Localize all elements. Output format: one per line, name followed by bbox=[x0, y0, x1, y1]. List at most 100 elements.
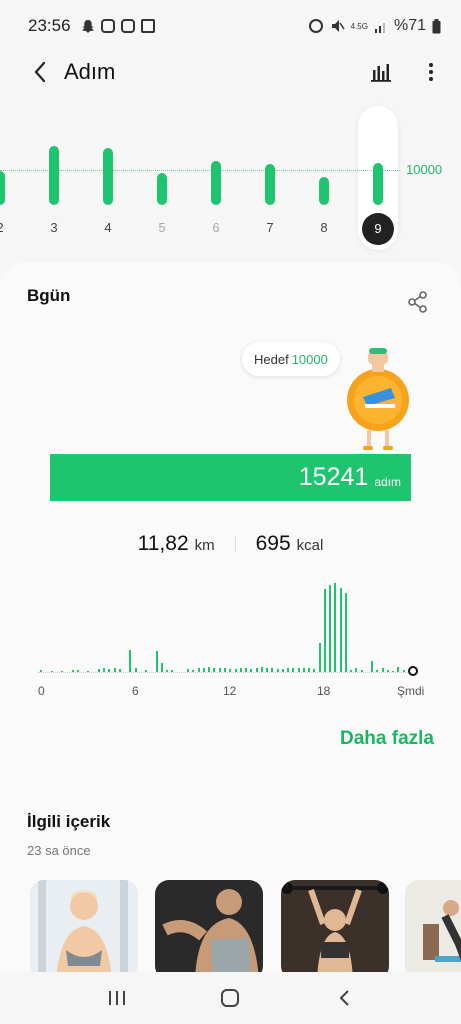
battery-percent: %71 bbox=[393, 17, 426, 34]
day-label: 2 bbox=[0, 220, 20, 235]
hourly-bar bbox=[213, 667, 216, 672]
hourly-bar bbox=[108, 669, 111, 672]
hourly-bar bbox=[339, 588, 342, 672]
system-nav-bar bbox=[0, 972, 461, 1024]
day-bar bbox=[265, 163, 275, 205]
day-column-7[interactable]: 7 bbox=[250, 100, 290, 250]
recent-apps-icon bbox=[108, 991, 125, 1005]
goal-bubble: Hedef 10000 bbox=[242, 342, 340, 376]
hourly-bar bbox=[360, 670, 363, 672]
hourly-bar bbox=[344, 592, 347, 672]
signal-icon bbox=[374, 23, 385, 33]
woman-lifting-photo bbox=[281, 880, 389, 974]
day-column-6[interactable]: 6 bbox=[196, 100, 236, 250]
hourly-bar bbox=[292, 667, 295, 672]
day-column-5[interactable]: 5 bbox=[142, 100, 182, 250]
hourly-bar bbox=[160, 663, 163, 672]
day-bar bbox=[373, 163, 383, 205]
snapchat-icon bbox=[81, 19, 94, 33]
hourly-bar bbox=[187, 669, 190, 672]
app-header: Adım bbox=[0, 52, 461, 92]
goal-achieved-mascot-icon bbox=[347, 348, 409, 450]
hourly-bar bbox=[318, 643, 321, 672]
related-thumb-2[interactable] bbox=[155, 880, 263, 974]
hourly-bar bbox=[71, 670, 74, 672]
current-time-marker bbox=[408, 666, 418, 676]
hourly-bar bbox=[313, 669, 316, 672]
hourly-bar bbox=[266, 668, 269, 672]
hourly-bar bbox=[245, 668, 248, 672]
day-column-2[interactable]: 2 bbox=[0, 100, 20, 250]
hourly-bar bbox=[308, 668, 311, 672]
hourly-bar bbox=[355, 667, 358, 672]
hourly-bar bbox=[250, 669, 253, 672]
hourly-bar bbox=[323, 589, 326, 672]
hourly-tick-6: 6 bbox=[132, 684, 139, 698]
related-thumb-1[interactable] bbox=[30, 880, 138, 974]
hourly-tick-now: Şmdi bbox=[397, 684, 425, 698]
hourly-bar bbox=[281, 669, 284, 672]
hourly-bar bbox=[129, 650, 132, 672]
related-thumb-4[interactable] bbox=[405, 880, 461, 974]
hourly-steps-chart: 0 6 12 18 Şmdi bbox=[0, 572, 461, 702]
hourly-bar bbox=[76, 670, 79, 672]
hourly-bar bbox=[271, 668, 274, 672]
day-column-4[interactable]: 4 bbox=[88, 100, 128, 250]
day-bar bbox=[0, 170, 5, 205]
stats-divider bbox=[234, 536, 236, 552]
network-type: 4.5G bbox=[350, 21, 368, 31]
woman-fitness-photo bbox=[30, 880, 138, 974]
home-button[interactable] bbox=[210, 978, 250, 1018]
hourly-bar bbox=[287, 668, 290, 672]
hourly-bar bbox=[402, 670, 405, 672]
instagram-icon bbox=[120, 19, 135, 33]
share-button[interactable] bbox=[404, 288, 432, 316]
hourly-bar bbox=[145, 670, 148, 672]
notification-icons bbox=[81, 19, 155, 34]
day-label: 3 bbox=[50, 220, 58, 235]
steps-value: 15241 bbox=[298, 463, 369, 491]
day-bar bbox=[49, 146, 59, 205]
recent-apps-button[interactable] bbox=[97, 978, 137, 1018]
more-options-button[interactable] bbox=[415, 56, 447, 88]
hourly-bar bbox=[202, 667, 205, 672]
day-column-3[interactable]: 3 bbox=[34, 100, 74, 250]
hourly-bar bbox=[61, 670, 64, 672]
chart-view-button[interactable] bbox=[365, 56, 397, 88]
status-time: 23:56 bbox=[28, 16, 71, 35]
back-nav-button[interactable] bbox=[324, 978, 364, 1018]
hourly-bar bbox=[386, 670, 389, 672]
hourly-bar bbox=[192, 670, 195, 672]
hourly-bar bbox=[397, 666, 400, 672]
hourly-bar bbox=[329, 584, 332, 672]
share-icon bbox=[408, 291, 427, 313]
more-link[interactable]: Daha fazla bbox=[340, 728, 434, 750]
back-button[interactable] bbox=[20, 52, 60, 92]
card-title: Bgün bbox=[27, 286, 71, 305]
hourly-bar bbox=[260, 666, 263, 672]
hourly-bar bbox=[229, 669, 232, 672]
hourly-bar bbox=[381, 667, 384, 672]
hourly-bar bbox=[208, 666, 211, 672]
hourly-bar bbox=[113, 668, 116, 672]
instagram-icon bbox=[100, 19, 115, 33]
day-column-8[interactable]: 8 bbox=[304, 100, 344, 250]
calories-unit: kcal bbox=[296, 537, 324, 554]
goal-label: Hedef bbox=[254, 351, 289, 367]
hourly-bar bbox=[218, 667, 221, 672]
hourly-bar bbox=[224, 668, 226, 672]
weekly-steps-chart: 10000 2 3 4 5 6 7 8 9 bbox=[0, 100, 461, 260]
selected-day-label[interactable]: 9 bbox=[362, 213, 394, 245]
woman-home-exercise-photo bbox=[405, 880, 461, 974]
day-bar bbox=[319, 176, 329, 205]
related-thumb-3[interactable] bbox=[281, 880, 389, 974]
hourly-bar bbox=[239, 668, 242, 672]
hourly-bar bbox=[87, 670, 90, 672]
hourly-bar bbox=[371, 661, 374, 672]
hourly-bar bbox=[392, 670, 395, 672]
hourly-bar bbox=[97, 669, 100, 672]
related-content-carousel[interactable] bbox=[0, 880, 461, 974]
more-vertical-icon bbox=[429, 63, 433, 81]
hourly-bar bbox=[234, 669, 237, 672]
day-bar bbox=[157, 172, 167, 205]
